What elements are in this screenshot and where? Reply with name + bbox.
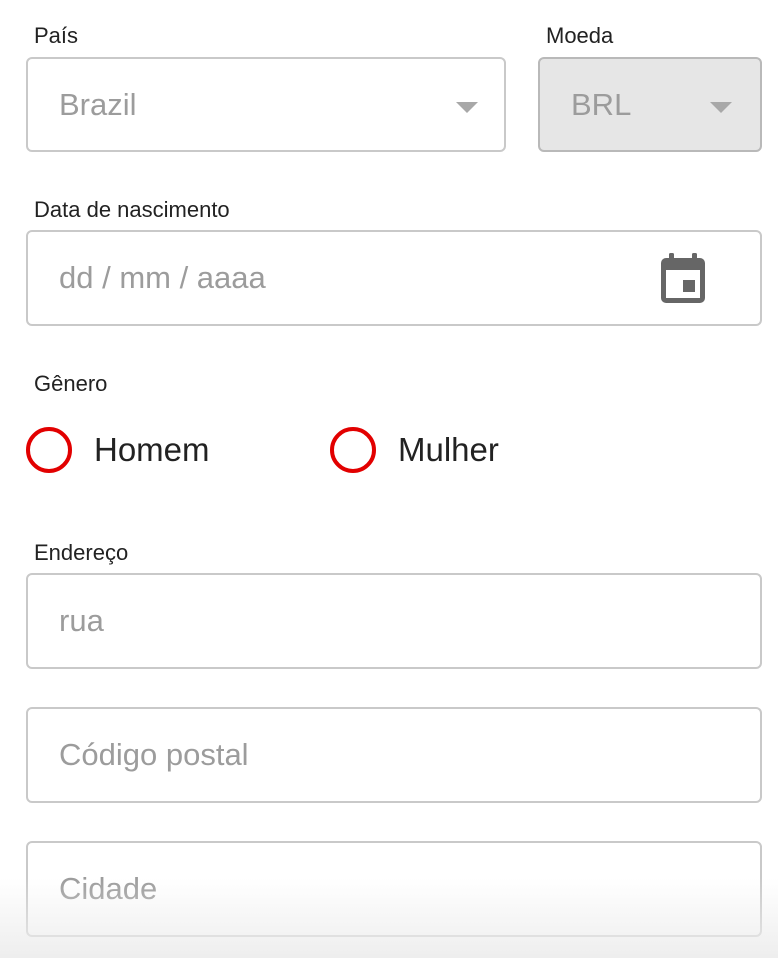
- city-input[interactable]: Cidade: [26, 841, 762, 937]
- radio-button[interactable]: [330, 427, 376, 473]
- country-select-value: Brazil: [59, 86, 137, 122]
- chevron-down-icon: [710, 101, 732, 113]
- country-label: País: [34, 23, 79, 48]
- address-label: Endereço: [34, 540, 129, 565]
- city-placeholder: Cidade: [59, 871, 158, 906]
- chevron-down-icon: [456, 101, 478, 113]
- radio-button[interactable]: [26, 427, 72, 473]
- gender-option-label: Homem: [94, 431, 210, 468]
- calendar-icon[interactable]: [661, 253, 705, 303]
- birthdate-input[interactable]: dd / mm / aaaa: [26, 230, 762, 326]
- postal-code-input[interactable]: Código postal: [26, 707, 762, 803]
- gender-option-label: Mulher: [398, 431, 499, 468]
- birthdate-placeholder: dd / mm / aaaa: [59, 260, 266, 295]
- postal-code-placeholder: Código postal: [59, 737, 249, 772]
- gender-option-homem[interactable]: Homem: [26, 427, 210, 473]
- street-input[interactable]: rua: [26, 573, 762, 669]
- currency-select[interactable]: BRL: [538, 57, 762, 152]
- gender-label: Gênero: [34, 371, 108, 396]
- gender-option-mulher[interactable]: Mulher: [330, 427, 499, 473]
- street-placeholder: rua: [59, 603, 104, 638]
- birthdate-label: Data de nascimento: [34, 197, 230, 222]
- country-select[interactable]: Brazil: [26, 57, 506, 152]
- currency-label: Moeda: [546, 23, 614, 48]
- currency-select-value: BRL: [571, 86, 632, 122]
